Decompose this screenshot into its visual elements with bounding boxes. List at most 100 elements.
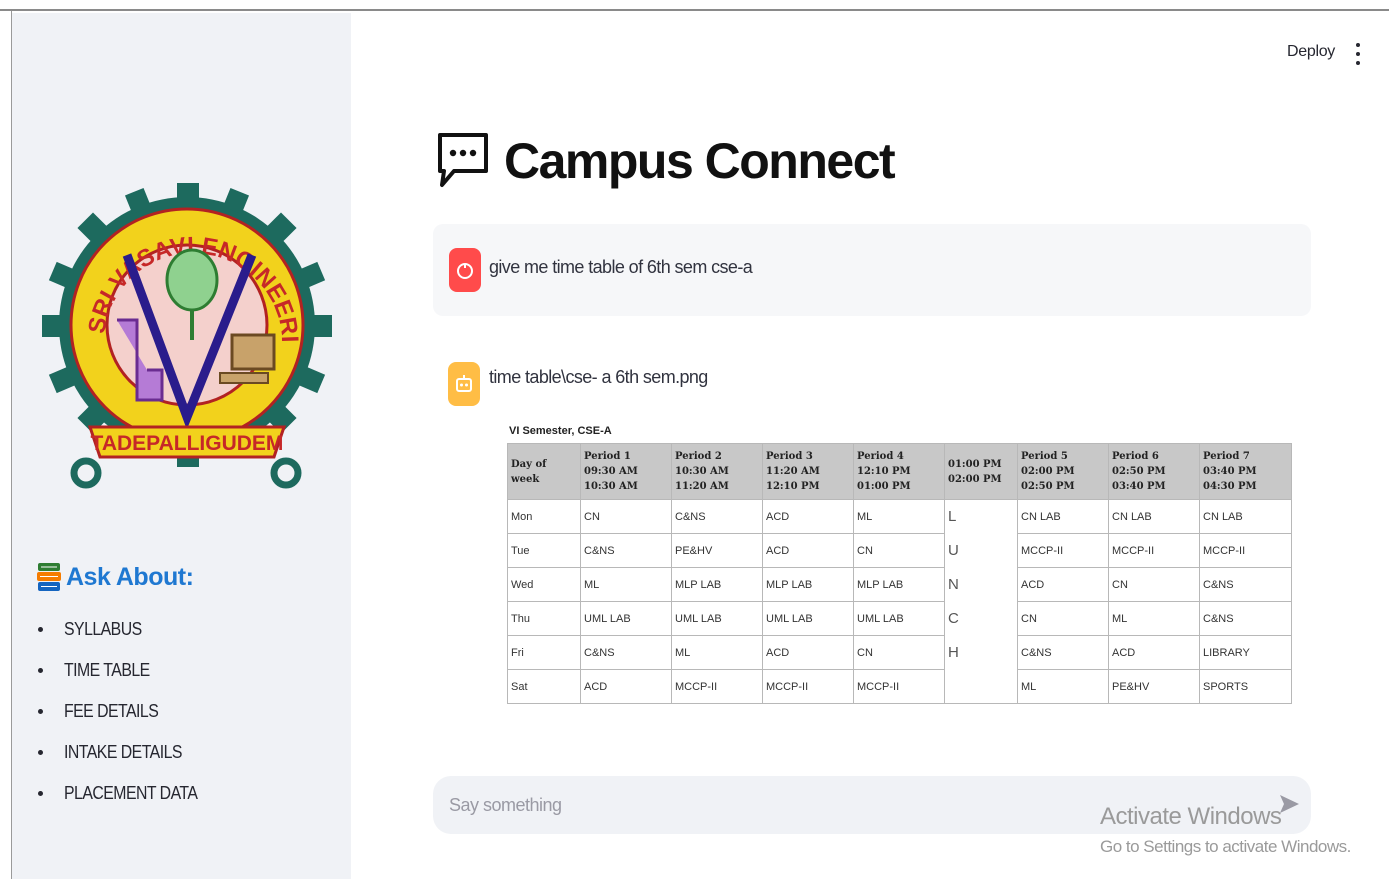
bullet-icon [38, 668, 43, 673]
user-message-text: give me time table of 6th sem cse-a [489, 257, 753, 277]
subject-cell: MCCP-II [1108, 533, 1200, 568]
subject-cell: MLP LAB [762, 567, 854, 602]
day-cell: Thu [507, 601, 581, 636]
timetable-caption: VI Semester, CSE-A [509, 425, 612, 437]
table-row: Thu UML LAB UML LAB UML LAB UML LAB C CN ML C&NS [507, 601, 1292, 636]
page-header: Campus Connect [436, 131, 896, 191]
header-line: Period 4 [857, 451, 904, 462]
main-content: Deploy Campus Connect give me time table… [352, 13, 1389, 879]
header-line: Period 5 [1021, 451, 1068, 462]
subject-cell: ACD [762, 533, 854, 568]
table-row: Sat ACD MCCP-II MCCP-II MCCP-II ML PE&HV SPORTS [507, 669, 1292, 704]
lunch-cell [944, 669, 1018, 704]
header-line: Period 3 [766, 451, 813, 462]
subject-cell: MCCP-II [853, 669, 945, 704]
deploy-button[interactable]: Deploy [1287, 43, 1335, 61]
lunch-cell: N [944, 567, 1018, 602]
table-row: Wed ML MLP LAB MLP LAB MLP LAB N ACD CN C&NS [507, 567, 1292, 602]
list-item-time-table: TIME TABLE [38, 650, 216, 691]
sidebar: SRI VASAVI ENGINEERING COLLEGE TADEPALLI… [12, 13, 351, 879]
subject-cell: SPORTS [1199, 669, 1292, 704]
table-row: Fri C&NS ML ACD CN H C&NS ACD LIBRARY [507, 635, 1292, 670]
lunch-cell: C [944, 601, 1018, 636]
timetable-header-cell: Period 4 12:10 PM 01:00 PM [853, 443, 945, 500]
subject-cell: MLP LAB [853, 567, 945, 602]
college-logo: SRI VASAVI ENGINEERING COLLEGE TADEPALLI… [42, 145, 332, 489]
day-cell: Sat [507, 669, 581, 704]
bullet-icon [38, 750, 43, 755]
kebab-menu-icon[interactable] [1352, 43, 1364, 65]
header-line: 12:10 PM [766, 481, 820, 492]
subject-cell: ML [853, 499, 945, 534]
subject-cell: CN [853, 635, 945, 670]
header-line: 02:00 PM [948, 473, 1002, 485]
day-cell: Mon [507, 499, 581, 534]
header-line: Day of week [511, 458, 547, 485]
watermark-title: Activate Windows [1100, 803, 1282, 830]
timetable-header-cell: 01:00 PM 02:00 PM [944, 443, 1018, 500]
user-avatar-icon [449, 248, 481, 292]
list-item-syllabus: SYLLABUS [38, 609, 216, 650]
header-line: 12:10 PM [857, 466, 911, 477]
header-line: 01:00 PM [857, 481, 911, 492]
list-item-label: PLACEMENT DATA [64, 783, 198, 803]
subject-cell: C&NS [1199, 601, 1292, 636]
subject-cell: MCCP-II [1199, 533, 1292, 568]
subject-cell: C&NS [671, 499, 763, 534]
books-icon [37, 563, 61, 591]
timetable-header-row: Day of week Period 1 09:30 AM 10:30 AM Perio… [507, 443, 1292, 500]
watermark-subtitle: Go to Settings to activate Windows. [1100, 837, 1351, 856]
header-line: 02:50 PM [1112, 466, 1166, 477]
timetable-header-cell: Period 6 02:50 PM 03:40 PM [1108, 443, 1200, 500]
header-line: 01:00 PM [948, 458, 1002, 470]
list-item-label: INTAKE DETAILS [64, 742, 182, 762]
subject-cell: ML [580, 567, 672, 602]
header-line: Period 6 [1112, 451, 1159, 462]
lunch-cell: H [944, 635, 1018, 670]
header-line: 02:00 PM [1021, 466, 1075, 477]
subject-cell: UML LAB [762, 601, 854, 636]
subject-cell: ACD [762, 635, 854, 670]
speech-bubble-icon [438, 133, 488, 187]
subject-cell: CN [1017, 601, 1109, 636]
subject-cell: MLP LAB [671, 567, 763, 602]
header-line: 03:40 PM [1112, 481, 1166, 492]
assistant-avatar-icon [448, 362, 480, 406]
ask-about-heading: Ask About: [36, 561, 194, 593]
subject-cell: CN [853, 533, 945, 568]
header-line: Period 7 [1203, 451, 1250, 462]
timetable-header-cell: Period 2 10:30 AM 11:20 AM [671, 443, 763, 500]
subject-cell: CN LAB [1199, 499, 1292, 534]
subject-cell: PE&HV [671, 533, 763, 568]
list-item-label: FEE DETAILS [64, 701, 159, 721]
timetable-header-cell: Period 3 11:20 AM 12:10 PM [762, 443, 854, 500]
subject-cell: LIBRARY [1199, 635, 1292, 670]
table-row: Tue C&NS PE&HV ACD CN U MCCP-II MCCP-II MCCP-II [507, 533, 1292, 568]
subject-cell: ML [1108, 601, 1200, 636]
window-left-border [0, 11, 12, 879]
subject-cell: UML LAB [580, 601, 672, 636]
logo-banner-text: TADEPALLIGUDEM [91, 432, 284, 455]
subject-cell: MCCP-II [1017, 533, 1109, 568]
timetable: Day of week Period 1 09:30 AM 10:30 AM Perio… [507, 443, 1292, 704]
list-item-fee-details: FEE DETAILS [38, 691, 216, 732]
subject-cell: UML LAB [671, 601, 763, 636]
activate-windows-watermark: Activate Windows Go to Settings to activ… [1100, 803, 1351, 857]
list-item-label: SYLLABUS [64, 619, 142, 639]
subject-cell: ML [671, 635, 763, 670]
page-title: Campus Connect [504, 133, 896, 189]
header-line: 10:30 AM [675, 466, 729, 477]
timetable-header-cell: Day of week [507, 443, 581, 500]
ask-about-title: Ask About: [66, 562, 194, 591]
list-item-label: TIME TABLE [64, 660, 150, 680]
subject-cell: MCCP-II [671, 669, 763, 704]
subject-cell: UML LAB [853, 601, 945, 636]
header-line: 09:30 AM [584, 466, 638, 477]
day-cell: Fri [507, 635, 581, 670]
subject-cell: PE&HV [1108, 669, 1200, 704]
header-line: Period 1 [584, 451, 631, 462]
table-row: Mon CN C&NS ACD ML L CN LAB CN LAB CN LAB [507, 499, 1292, 534]
lunch-cell: L [944, 499, 1018, 534]
subject-cell: ACD [1017, 567, 1109, 602]
day-cell: Wed [507, 567, 581, 602]
